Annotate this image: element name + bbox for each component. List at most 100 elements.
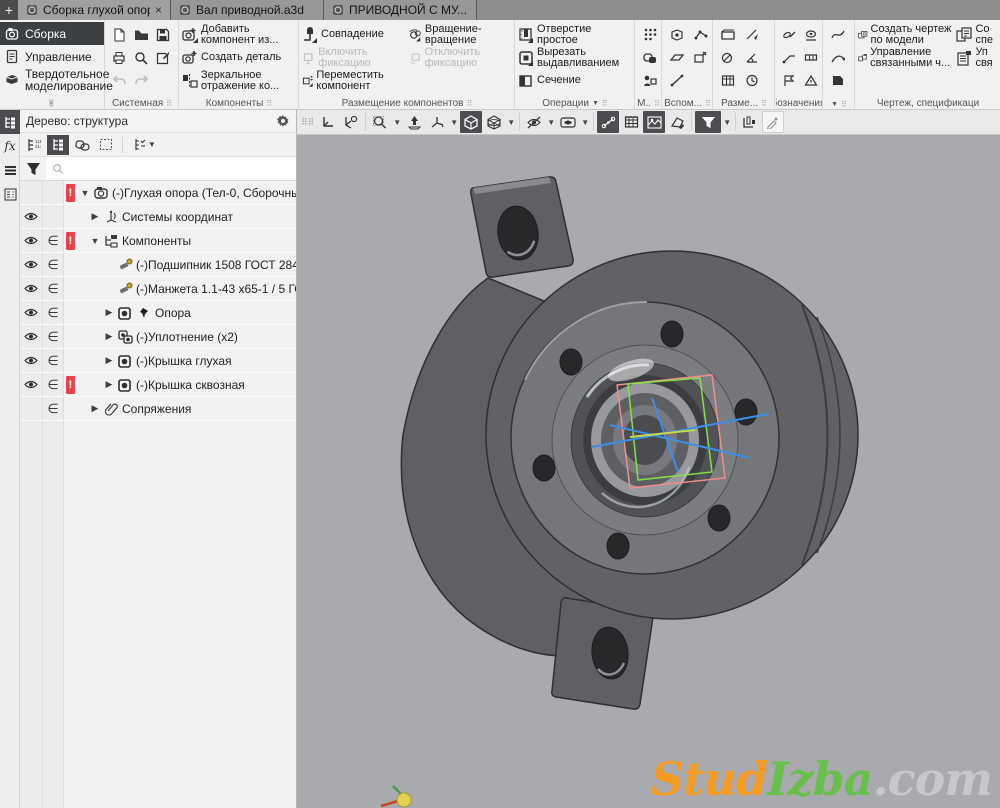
membership-cell[interactable]: ∈	[43, 325, 64, 348]
tab-assembly[interactable]: Сборка глухой опор... ×	[18, 0, 171, 20]
dim-radial-icon[interactable]	[717, 47, 739, 69]
hidden-lines-button[interactable]	[523, 111, 545, 133]
visibility-cell[interactable]	[20, 205, 43, 228]
spline-icon[interactable]	[827, 24, 849, 46]
tree-row-seal[interactable]: ∈ ▶ (-)Уплотнение (х2)	[20, 325, 296, 349]
create-drawing-from-model-button[interactable]: Создать чертеж по модели	[858, 23, 952, 46]
aux-axis-icon[interactable]	[666, 70, 688, 92]
filter-objects-button[interactable]	[695, 111, 721, 133]
membership-cell[interactable]: ∈	[43, 373, 64, 396]
notation-tolerance-icon[interactable]	[800, 47, 822, 69]
create-specification-button[interactable]: Соспе	[956, 23, 998, 46]
array-icon[interactable]	[639, 24, 661, 46]
grid-button[interactable]	[620, 111, 642, 133]
aux-plane-icon[interactable]	[666, 47, 688, 69]
visibility-cell[interactable]	[20, 301, 43, 324]
tree-row-blind-cover[interactable]: ∈ ▶ (-)Крышка глухая	[20, 349, 296, 373]
aux-local-cs-icon[interactable]	[690, 47, 712, 69]
tree-search-input[interactable]	[46, 157, 296, 180]
tree-components-view-button[interactable]	[71, 135, 93, 155]
user-library-icon[interactable]	[639, 70, 661, 92]
membership-cell[interactable]	[43, 181, 64, 204]
reorient-view-button[interactable]	[403, 111, 425, 133]
membership-cell[interactable]: ∈	[43, 301, 64, 324]
display-shaded-button[interactable]	[460, 111, 482, 133]
visibility-cell[interactable]	[20, 373, 43, 396]
notation-base-icon[interactable]	[800, 24, 822, 46]
cut-extrude-button[interactable]: Вырезать выдавливанием	[518, 46, 632, 69]
section-button[interactable]: Сечение	[518, 69, 632, 92]
membership-cell[interactable]: ∈	[43, 229, 64, 252]
dim-sheet-icon[interactable]	[717, 24, 739, 46]
tree-panel-tab[interactable]	[0, 110, 20, 134]
mode-assembly[interactable]: Сборка	[0, 22, 104, 45]
group-grip-icon[interactable]: ⠿	[466, 99, 472, 108]
visibility-cell[interactable]	[20, 181, 43, 204]
chevron-down-icon[interactable]: ▼	[580, 118, 590, 127]
expand-arrow-icon[interactable]: ▶	[103, 331, 115, 342]
manage-linked-documents-button[interactable]: Управление связанными ч...	[858, 46, 952, 69]
enable-fixation-button[interactable]: Включить фиксацию	[302, 46, 405, 69]
sketch-shell-button[interactable]	[666, 111, 688, 133]
visibility-cell[interactable]	[20, 325, 43, 348]
local-cs-button[interactable]	[340, 111, 362, 133]
aux-polyline-icon[interactable]	[690, 24, 712, 46]
expand-arrow-icon[interactable]: ▶	[103, 307, 115, 318]
new-document-icon[interactable]	[108, 24, 130, 46]
textures-button[interactable]	[643, 111, 665, 133]
dim-linear-icon[interactable]	[741, 24, 763, 46]
visibility-cell[interactable]	[20, 229, 43, 252]
tree-row-through-cover[interactable]: ∈ ! ▶ (-)Крышка сквозная	[20, 373, 296, 397]
add-component-from-file-button[interactable]: Добавить компонент из...	[182, 23, 296, 46]
create-part-button[interactable]: Создать деталь	[182, 46, 296, 69]
notation-flag-icon[interactable]	[778, 70, 800, 92]
chevron-down-icon[interactable]: ▼	[392, 118, 402, 127]
tree-row-support[interactable]: ∈ ▶ Опора	[20, 301, 296, 325]
dim-table-icon[interactable]	[717, 70, 739, 92]
surface-icon[interactable]	[827, 70, 849, 92]
group-grip-icon[interactable]: ⠿	[266, 99, 272, 108]
zoom-area-button[interactable]	[369, 111, 391, 133]
save-as-icon[interactable]	[152, 47, 174, 69]
mirror-component-button[interactable]: Зеркальное отражение ко...	[182, 69, 296, 92]
membership-cell[interactable]: ∈	[43, 253, 64, 276]
membership-cell[interactable]: ∈	[43, 349, 64, 372]
membership-cell[interactable]: ∈	[43, 277, 64, 300]
manage-specification-button[interactable]: Упсвя	[956, 46, 998, 69]
list-panel-tab[interactable]	[0, 158, 20, 182]
expand-arrow-icon[interactable]: ▶	[89, 403, 101, 414]
close-tab-icon[interactable]: ×	[155, 3, 162, 17]
clip-view-button[interactable]	[557, 111, 579, 133]
checklist-panel-tab[interactable]	[0, 182, 20, 206]
group-grip-icon[interactable]: ⠿	[841, 100, 847, 109]
move-component-button[interactable]: Переместить компонент	[302, 69, 405, 92]
group-expand-caret-icon[interactable]: ▼	[592, 100, 599, 107]
visibility-cell[interactable]	[20, 253, 43, 276]
tree-row-components[interactable]: ∈ ! ▼ Компоненты	[20, 229, 296, 253]
dim-angle-icon[interactable]	[741, 47, 763, 69]
coincidence-button[interactable]: Совпадение	[302, 23, 405, 46]
show-origin-button[interactable]	[317, 111, 339, 133]
rotation-rotation-button[interactable]: Вращение-вращение	[409, 23, 512, 46]
open-document-icon[interactable]	[130, 24, 152, 46]
group-grip-icon[interactable]: ⠿	[654, 99, 660, 108]
toolbar-drag-handle[interactable]: ⠿⠿	[301, 117, 314, 128]
tree-structure-view-button[interactable]	[47, 135, 69, 155]
tree-row-coordinate-systems[interactable]: ▶ Системы координат	[20, 205, 296, 229]
visibility-cell[interactable]	[20, 397, 43, 420]
parameters-panel-tab[interactable]: fx	[0, 134, 20, 158]
chevron-down-icon[interactable]: ▼	[506, 118, 516, 127]
tree-selection-area-button[interactable]	[95, 135, 117, 155]
measure-button[interactable]	[739, 111, 761, 133]
membership-cell[interactable]: ∈	[43, 397, 64, 420]
copy-body-icon[interactable]	[639, 47, 661, 69]
membership-cell[interactable]	[43, 205, 64, 228]
group-expand-caret-icon[interactable]: ▼	[831, 101, 838, 108]
disable-fixation-button[interactable]: Отключить фиксацию	[409, 46, 512, 69]
gear-icon[interactable]	[276, 114, 290, 128]
eyedropper-button[interactable]	[762, 111, 784, 133]
curve-icon[interactable]	[827, 47, 849, 69]
chevron-down-icon[interactable]: ▼	[722, 118, 732, 127]
print-icon[interactable]	[108, 47, 130, 69]
undo-icon[interactable]	[108, 70, 130, 92]
